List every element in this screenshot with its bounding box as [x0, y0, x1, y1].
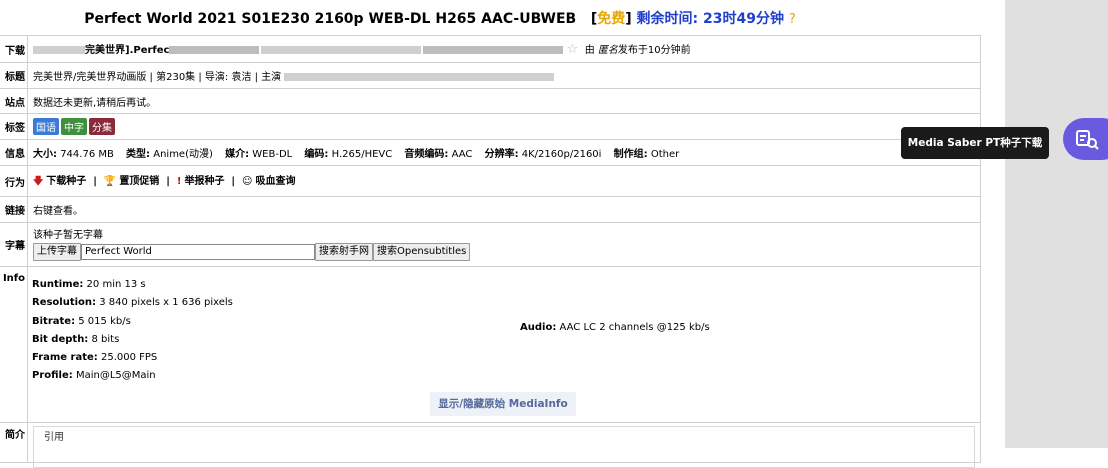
framerate-value: 25.000 FPS — [100, 352, 158, 364]
medium-value: WEB-DL — [252, 149, 293, 160]
uploader-prefix: 由 — [584, 45, 595, 56]
row-label-info: 信息 — [0, 139, 28, 166]
row-label-intro: 简介 — [0, 422, 28, 463]
medium-label: 媒介: — [225, 149, 250, 160]
row-label-mediainfo: Info — [0, 266, 28, 423]
redacted-text — [261, 46, 422, 54]
row-site: 站点 数据还未更新,请稍后再试。 — [0, 88, 981, 114]
quote-label: 引用 — [42, 428, 66, 443]
tag-episode[interactable]: 分集 — [89, 118, 115, 135]
vampire-check-button[interactable]: ☺ 吸血查询 — [242, 176, 295, 187]
uploader-name: 匿名 — [597, 45, 618, 56]
remaining-label: 剩余时间: — [636, 11, 699, 27]
no-subtitles-text: 该种子暂无字幕 — [33, 230, 103, 241]
audio-codec-value: AAC — [451, 149, 473, 160]
media-saber-icon — [1076, 130, 1099, 150]
side-gutter — [1005, 0, 1108, 448]
runtime-label: Runtime: — [32, 279, 84, 290]
toggle-mediainfo-button[interactable]: 显示/隐藏原始 MediaInfo — [430, 392, 576, 416]
bitdepth-label: Bit depth: — [32, 333, 89, 345]
profile-value: Main@L5@Main — [75, 370, 156, 382]
redacted-text — [169, 46, 260, 54]
subtitle-search-input[interactable]: Perfect World — [81, 244, 315, 260]
torrent-name: Perfect World 2021 S01E230 2160p WEB-DL … — [84, 11, 577, 27]
extension-tooltip: Media Saber PT种子下载 — [901, 127, 1049, 159]
face-icon: ☺ — [242, 175, 253, 187]
download-arrow-icon: 🡇 — [33, 175, 44, 187]
audio-mi-value: AAC LC 2 channels @125 kb/s — [559, 322, 710, 333]
row-label-subtitles: 字幕 — [0, 222, 28, 267]
resolution-label: 分辨率: — [484, 149, 519, 160]
row-label-actions: 行为 — [0, 165, 28, 197]
upload-time: 发布于10分钟前 — [617, 45, 691, 56]
row-label-title: 标题 — [0, 62, 28, 89]
row-label-download: 下载 — [0, 35, 28, 63]
download-link[interactable]: 完美世界].Perfec — [85, 45, 169, 56]
group-label: 制作组: — [613, 149, 648, 160]
trophy-icon: 🏆 — [103, 175, 117, 187]
tag-mandarin[interactable]: 国语 — [33, 118, 59, 135]
runtime-value: 20 min 13 s — [86, 279, 146, 290]
resolution-value: 4K/2160p/2160i — [521, 149, 602, 160]
row-info: 信息 大小: 744.76 MB 类型: Anime(动漫) 媒介: WEB-D… — [0, 139, 981, 166]
free-badge: 免费 — [597, 11, 626, 27]
help-icon[interactable]: ? — [789, 12, 796, 27]
exclamation-icon: ! — [176, 175, 182, 187]
bookmark-star-icon[interactable]: ☆ — [567, 42, 579, 57]
row-label-site: 站点 — [0, 88, 28, 114]
resolution-mi-value: 3 840 pixels x 1 636 pixels — [99, 297, 233, 309]
type-value: Anime(动漫) — [153, 149, 213, 160]
resolution-mi-label: Resolution: — [32, 297, 97, 309]
redacted-text — [423, 46, 564, 54]
group-value: Other — [650, 149, 680, 160]
promote-button[interactable]: 🏆 置顶促销 — [104, 176, 159, 187]
bitdepth-value: 8 bits — [91, 333, 120, 345]
bitrate-label: Bitrate: — [32, 315, 76, 327]
row-title: 标题 完美世界/完美世界动画版 | 第230集 | 导演: 袁洁 | 主演 — [0, 62, 981, 89]
remaining-time: 23时49分钟 — [703, 11, 784, 27]
framerate-label: Frame rate: — [32, 352, 98, 364]
tag-chinese-sub[interactable]: 中字 — [61, 118, 87, 135]
row-label-link: 链接 — [0, 196, 28, 223]
torrent-title: Perfect World 2021 S01E230 2160p WEB-DL … — [84, 11, 796, 27]
mediainfo-audio: Audio: AAC LC 2 channels @125 kb/s — [520, 322, 710, 333]
subtitle-text: 完美世界/完美世界动画版 | 第230集 | 导演: 袁洁 | 主演 — [33, 72, 282, 83]
site-text: 数据还未更新,请稍后再试。 — [27, 88, 981, 114]
row-link: 链接 右键查看。 — [0, 196, 981, 223]
row-subtitles: 字幕 该种子暂无字幕 上传字幕 Perfect World 搜索射手网 搜索Opens… — [0, 222, 981, 267]
size-label: 大小: — [33, 149, 57, 160]
media-saber-button[interactable] — [1063, 118, 1108, 160]
row-actions: 行为 🡇 下载种子 | 🏆 置顶促销 | ! 举报种子 | ☺ 吸血查询 — [0, 165, 981, 197]
link-text[interactable]: 右键查看。 — [27, 196, 981, 223]
row-tags: 标签 国语 中字 分集 — [0, 113, 981, 140]
search-opensubtitles-button[interactable]: 搜索Opensubtitles — [373, 243, 471, 261]
intro-quote-box — [33, 426, 975, 468]
audio-mi-label: Audio: — [520, 322, 557, 333]
download-torrent-button[interactable]: 🡇 下载种子 — [33, 176, 86, 187]
report-button[interactable]: ! 举报种子 — [177, 176, 225, 187]
size-value: 744.76 MB — [60, 149, 114, 160]
bitrate-value: 5 015 kb/s — [78, 315, 131, 327]
audio-codec-label: 音频编码: — [404, 149, 449, 160]
redacted-text — [33, 46, 85, 54]
search-shooter-button[interactable]: 搜索射手网 — [315, 243, 373, 261]
upload-subtitle-button[interactable]: 上传字幕 — [33, 243, 81, 261]
profile-label: Profile: — [32, 370, 73, 382]
row-label-tags: 标签 — [0, 113, 28, 140]
redacted-text — [284, 73, 555, 81]
mediainfo-video: Runtime: 20 min 13 s Resolution: 3 840 p… — [32, 276, 233, 386]
codec-label: 编码: — [304, 149, 329, 160]
codec-value: H.265/HEVC — [331, 149, 393, 160]
row-download: 下载 完美世界].Perfec ☆ 由 匿名发布于10分钟前 — [0, 35, 981, 63]
type-label: 类型: — [126, 149, 151, 160]
